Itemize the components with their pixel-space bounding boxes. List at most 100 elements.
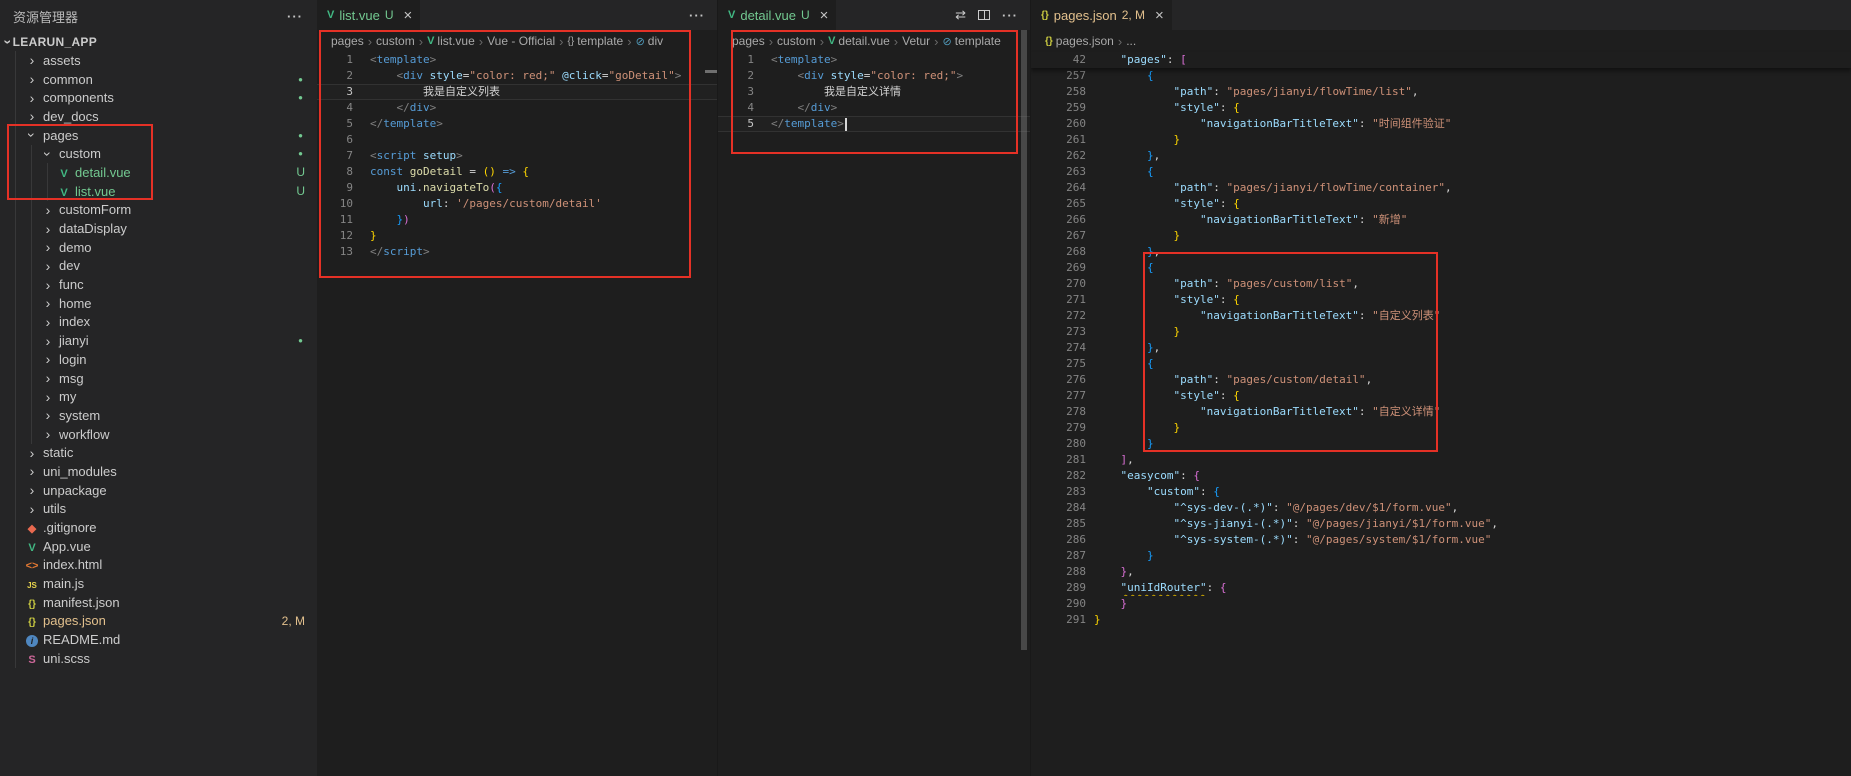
tree-item-my[interactable]: ›my [0,387,317,406]
chevron-right-icon[interactable]: › [40,222,56,236]
chevron-down-icon[interactable]: › [25,127,39,143]
tree-item-index.html[interactable]: <>index.html [0,556,317,575]
code-line-content[interactable]: } [1094,132,1851,148]
breadcrumb-item[interactable]: pages [331,34,364,48]
code-line-content[interactable]: "^sys-system-(.*)": "@/pages/system/$1/f… [1094,532,1851,548]
tree-item-uni_modules[interactable]: ›uni_modules [0,462,317,481]
code-line-content[interactable]: } [1094,324,1851,340]
chevron-right-icon[interactable]: › [24,464,40,478]
code-line-content[interactable]: "path": "pages/custom/list", [1094,276,1851,292]
tree-item-func[interactable]: ›func [0,275,317,294]
chevron-right-icon[interactable]: › [40,352,56,366]
code-line-content[interactable]: 我是自定义列表 [370,84,717,100]
code-line-content[interactable]: }, [1094,244,1851,260]
tree-item-manifest.json[interactable]: {}manifest.json [0,593,317,612]
code-line-content[interactable]: <script setup> [370,148,717,164]
tree-item-static[interactable]: ›static [0,443,317,462]
tree-item-components[interactable]: ›components● [0,88,317,107]
tree-item-home[interactable]: ›home [0,294,317,313]
code-line-content[interactable]: }, [1094,340,1851,356]
tab-list-vue[interactable]: Vlist.vueU× [317,0,421,30]
breadcrumb-item[interactable]: ⊘div [636,34,664,48]
chevron-right-icon[interactable]: › [24,483,40,497]
chevron-right-icon[interactable]: › [40,334,56,348]
code-line-content[interactable]: 我是自定义详情 [771,84,1030,100]
chevron-right-icon[interactable]: › [24,446,40,460]
code-line-content[interactable]: } [1094,228,1851,244]
code-line-content[interactable]: "path": "pages/jianyi/flowTime/container… [1094,180,1851,196]
breadcrumb-item[interactable]: {}template [568,34,624,48]
code-editor[interactable]: 1<template>2 <div style="color: red;" @c… [317,52,717,260]
tab-detail-vue[interactable]: Vdetail.vueU× [718,0,837,30]
code-line-content[interactable]: "style": { [1094,292,1851,308]
code-line-content[interactable]: "style": { [1094,388,1851,404]
code-line-content[interactable]: <template> [370,52,717,68]
code-line-content[interactable]: </div> [370,100,717,116]
chevron-right-icon[interactable]: › [40,371,56,385]
tree-item-dataDisplay[interactable]: ›dataDisplay [0,219,317,238]
code-line-content[interactable]: "style": { [1094,196,1851,212]
chevron-right-icon[interactable]: › [40,240,56,254]
breadcrumb-item[interactable]: pages [732,34,765,48]
code-line-content[interactable]: "custom": { [1094,484,1851,500]
close-icon[interactable]: × [403,8,412,23]
code-line-content[interactable]: }, [1094,148,1851,164]
tree-item-unpackage[interactable]: ›unpackage [0,481,317,500]
tree-item-pages.json[interactable]: {}pages.json2, M [0,612,317,631]
code-line-content[interactable]: const goDetail = () => { [370,164,717,180]
breadcrumb-item[interactable]: {}pages.json [1045,34,1114,48]
close-icon[interactable]: × [820,8,829,23]
code-line-content[interactable] [370,132,717,148]
tree-item-dev_docs[interactable]: ›dev_docs [0,107,317,126]
code-line-content[interactable]: } [1094,420,1851,436]
code-line-content[interactable]: "navigationBarTitleText": "时间组件验证" [1094,116,1851,132]
chevron-right-icon[interactable]: › [24,72,40,86]
code-line-content[interactable]: } [1094,548,1851,564]
breadcrumb-item[interactable]: Vdetail.vue [828,34,890,48]
tree-item-common[interactable]: ›common● [0,70,317,89]
chevron-right-icon[interactable]: › [24,91,40,105]
code-line-content[interactable]: url: '/pages/custom/detail' [370,196,717,212]
code-line-content[interactable]: "^sys-jianyi-(.*)": "@/pages/jianyi/$1/f… [1094,516,1851,532]
code-line-content[interactable]: "path": "pages/custom/detail", [1094,372,1851,388]
code-line-content[interactable]: </script> [370,244,717,260]
chevron-right-icon[interactable]: › [40,296,56,310]
tab-pages-json[interactable]: {}pages.json2, M× [1031,0,1173,30]
code-line-content[interactable]: uni.navigateTo({ [370,180,717,196]
tree-item-App.vue[interactable]: VApp.vue [0,537,317,556]
code-line-content[interactable]: "easycom": { [1094,468,1851,484]
code-line-content[interactable]: <template> [771,52,1030,68]
breadcrumb-item[interactable]: Vlist.vue [427,34,475,48]
chevron-right-icon[interactable]: › [40,390,56,404]
compare-changes-icon[interactable]: ⇄ [955,7,966,23]
chevron-right-icon[interactable]: › [40,278,56,292]
more-actions-icon[interactable]: ··· [1002,8,1018,23]
code-line-content[interactable]: "uniIdRouter": { [1094,580,1851,596]
breadcrumb-item[interactable]: custom [376,34,415,48]
chevron-right-icon[interactable]: › [40,408,56,422]
tree-item-utils[interactable]: ›utils [0,500,317,519]
code-line-content[interactable]: "navigationBarTitleText": "新增" [1094,212,1851,228]
chevron-down-icon[interactable]: › [1,39,15,44]
code-line-content[interactable]: ], [1094,452,1851,468]
code-line-content[interactable]: "navigationBarTitleText": "自定义详情" [1094,404,1851,420]
tree-item-system[interactable]: ›system [0,406,317,425]
chevron-right-icon[interactable]: › [24,502,40,516]
tree-item-uni.scss[interactable]: Suni.scss [0,649,317,668]
code-line-content[interactable]: } [370,228,717,244]
project-root-row[interactable]: › LEARUN_APP [0,32,317,51]
code-line-content[interactable]: "^sys-dev-(.*)": "@/pages/dev/$1/form.vu… [1094,500,1851,516]
code-line-content[interactable]: }) [370,212,717,228]
code-line-content[interactable]: "style": { [1094,100,1851,116]
tree-item-detail.vue[interactable]: Vdetail.vueU [0,163,317,182]
breadcrumb-item[interactable]: Vue - Official [487,34,555,48]
code-line-content[interactable]: <div style="color: red;"> [771,68,1030,84]
code-line-content[interactable]: <div style="color: red;" @click="goDetai… [370,68,717,84]
split-editor-icon[interactable] [978,10,990,20]
chevron-right-icon[interactable]: › [40,315,56,329]
code-line-content[interactable]: { [1094,68,1851,84]
tree-item-workflow[interactable]: ›workflow [0,425,317,444]
code-line-content[interactable]: </template> [771,116,1030,132]
tree-item-msg[interactable]: ›msg [0,369,317,388]
explorer-more-actions-icon[interactable]: ··· [287,9,303,24]
